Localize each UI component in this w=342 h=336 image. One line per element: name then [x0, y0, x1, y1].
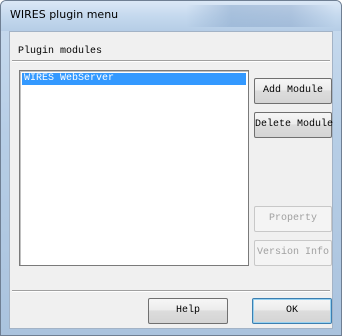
divider-bottom [12, 290, 330, 292]
version-info-button[interactable]: Version Info [254, 240, 332, 266]
list-item-wires-webserver[interactable]: WIRES WebServer [22, 73, 246, 85]
plugin-menu-window: WIRES plugin menu Plugin modules WIRES W… [0, 0, 342, 336]
window-title: WIRES plugin menu [10, 8, 119, 21]
title-bar-glow [186, 5, 336, 27]
delete-module-button[interactable]: Delete Module [254, 112, 333, 138]
property-button[interactable]: Property [254, 206, 332, 232]
add-module-button[interactable]: Add Module [254, 78, 332, 104]
ok-button[interactable]: OK [252, 298, 332, 324]
title-bar[interactable]: WIRES plugin menu [1, 1, 341, 31]
divider-top [12, 60, 330, 62]
dialog-body: Plugin modules WIRES WebServer Add Modul… [9, 31, 333, 329]
plugin-modules-label: Plugin modules [18, 46, 103, 57]
plugin-modules-list[interactable]: WIRES WebServer [19, 70, 249, 266]
help-button[interactable]: Help [148, 298, 228, 324]
